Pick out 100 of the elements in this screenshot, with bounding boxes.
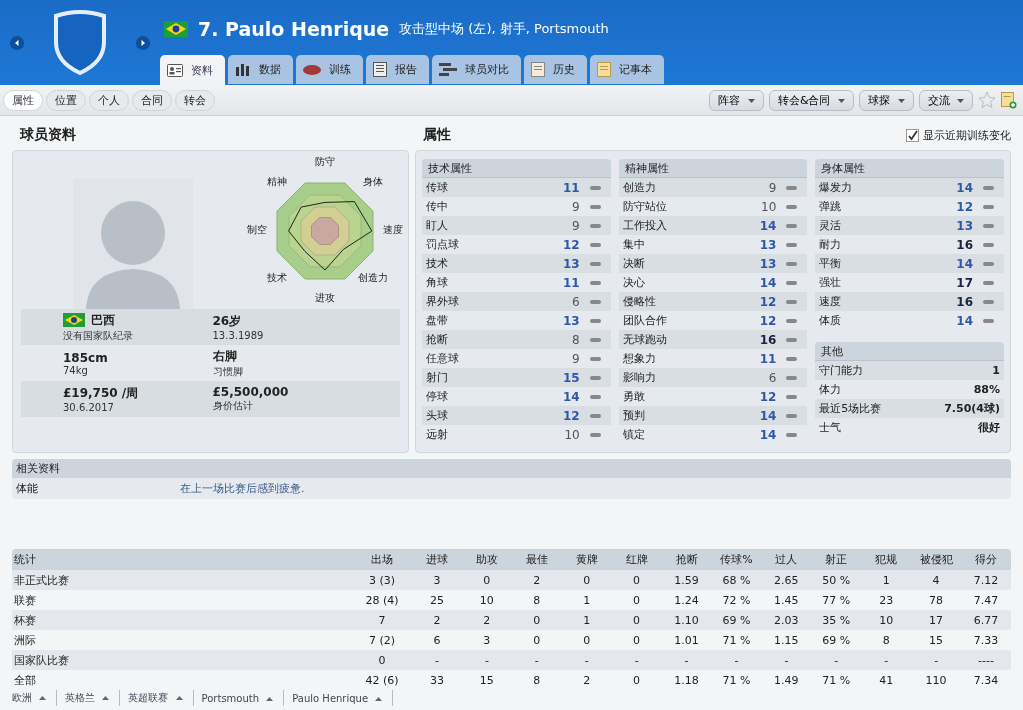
attribute-value: 8 [572, 332, 580, 347]
attribute-value: 10 [761, 199, 777, 214]
table-cell-text: 78 [928, 593, 945, 607]
column-header[interactable]: 犯规 [861, 552, 912, 567]
subtab[interactable]: 转会 [175, 89, 215, 111]
table-cell-text: 10 [478, 593, 495, 607]
trend-dash-icon [983, 280, 994, 285]
tab[interactable]: 记事本 [590, 55, 664, 84]
subtab[interactable]: 合同 [132, 89, 172, 111]
tab[interactable]: 资料 [160, 55, 225, 85]
trend-dash-icon [589, 318, 601, 323]
attribute-name: 防守站位 [622, 199, 668, 214]
subtab[interactable]: 属性 [3, 89, 43, 111]
add-note-icon[interactable] [1001, 91, 1017, 109]
column-header[interactable]: 黄牌 [561, 552, 612, 567]
radar-label: 防守 [314, 155, 336, 169]
attribute-name: 弹跳 [819, 199, 843, 214]
table-cell-text: 7 [377, 613, 387, 627]
tab[interactable]: 报告 [366, 55, 429, 84]
breadcrumb-item[interactable]: 英格兰 [65, 690, 121, 706]
tab[interactable]: 训练 [296, 55, 363, 84]
tab[interactable]: 球员对比 [432, 55, 521, 84]
column-header[interactable]: 得分 [961, 552, 1011, 567]
column-header[interactable]: 助攻 [461, 552, 512, 567]
column-header[interactable]: 统计 [12, 552, 352, 567]
info-label: 体力 [819, 382, 843, 397]
attribute-name: 强壮 [819, 275, 843, 290]
caret-icon [747, 98, 755, 103]
caret-icon [897, 98, 905, 103]
table-cell-text: 0 [532, 633, 542, 647]
group-header: 身体属性 [815, 159, 1004, 178]
attribute-value: 12 [562, 237, 580, 252]
attribute-name: 传中 [426, 199, 449, 214]
trend-dash-icon [786, 432, 798, 437]
trend-dash-icon [589, 375, 601, 380]
info-label: 士气 [819, 420, 843, 435]
attribute-name: 侵略性 [622, 294, 657, 309]
column-header[interactable]: 过人 [761, 552, 812, 567]
column-header[interactable]: 出场 [352, 552, 412, 567]
column-header[interactable]: 抢断 [661, 552, 712, 567]
table-cell-text: 3 (3) [367, 573, 397, 587]
column-header[interactable]: 传球% [711, 552, 762, 567]
trend-dash-icon [983, 261, 994, 266]
table-cell-text: 7.47 [972, 593, 1000, 607]
trend-dash-icon [786, 242, 798, 247]
trend-dash-icon [786, 280, 798, 285]
trend-dash-icon [786, 356, 798, 361]
table-cell-text: 25 [428, 593, 445, 607]
column-header[interactable]: 最佳 [511, 552, 562, 567]
breadcrumb-item[interactable]: Paulo Henrique [292, 690, 394, 706]
trend-dash-icon [589, 204, 601, 209]
column-header[interactable]: 进球 [412, 552, 462, 567]
attribute-value: 16 [759, 332, 777, 347]
table-cell-text: 1.59 [673, 573, 700, 587]
menu-dropdown-button[interactable]: 球探 [859, 89, 914, 111]
breadcrumb-item[interactable]: 欧洲 [12, 690, 58, 706]
attribute-value: 12 [759, 313, 777, 328]
table-cell-text: 0 [632, 593, 642, 607]
column-header[interactable]: 被侵犯 [911, 552, 962, 567]
subtab[interactable]: 个人 [89, 89, 129, 111]
menu-dropdown-button[interactable]: 转会&合同 [768, 89, 854, 111]
table-cell-text: 50 % [821, 573, 852, 587]
attribute-name: 角球 [426, 275, 449, 290]
radar-label: 制空 [246, 223, 268, 237]
table-cell-text: 110 [924, 673, 948, 687]
table-cell-text: 0 [632, 573, 642, 587]
column-header[interactable]: 射正 [811, 552, 862, 567]
info-label: 最近5场比赛 [819, 401, 883, 416]
trend-dash-icon [983, 299, 994, 304]
attribute-name: 盘带 [426, 313, 449, 328]
attribute-name: 灵活 [819, 218, 843, 233]
tab[interactable]: 历史 [524, 55, 587, 84]
menu-dropdown-button[interactable]: 阵容 [709, 89, 764, 111]
table-cell-text: 3 [432, 573, 442, 587]
attribute-name: 勇敢 [622, 389, 646, 404]
breadcrumb-item[interactable]: 英超联赛 [128, 690, 194, 706]
table-cell-text: 4 [931, 573, 941, 587]
group-header: 其他 [815, 342, 1004, 361]
table-cell-text: 0 [482, 573, 492, 587]
table-cell-text: 41 [878, 673, 895, 687]
attribute-value: 6 [768, 370, 777, 385]
column-header[interactable]: 红牌 [611, 552, 662, 567]
subtab[interactable]: 位置 [46, 89, 86, 111]
fact-caption: 74kg [63, 364, 89, 376]
radar-label: 身体 [362, 174, 385, 189]
caret-icon [39, 696, 47, 700]
attribute-name: 速度 [819, 294, 843, 309]
attribute-name: 耐力 [819, 237, 843, 252]
tab[interactable]: 数据 [228, 55, 293, 84]
attribute-value: 11 [562, 275, 580, 290]
breadcrumb-item[interactable]: Portsmouth [201, 690, 285, 706]
attribute-name: 传球 [426, 180, 449, 195]
attribute-name: 决断 [622, 256, 646, 271]
checkbox[interactable] [906, 128, 919, 142]
star-icon[interactable] [978, 91, 996, 109]
fact-value: 右脚 [212, 347, 237, 365]
table-cell-text: 1.18 [673, 673, 700, 687]
menu-dropdown-button[interactable]: 交流 [918, 89, 973, 111]
table-cell-text: 28 (4) [364, 593, 400, 607]
table-cell-text: 1.10 [673, 613, 700, 627]
